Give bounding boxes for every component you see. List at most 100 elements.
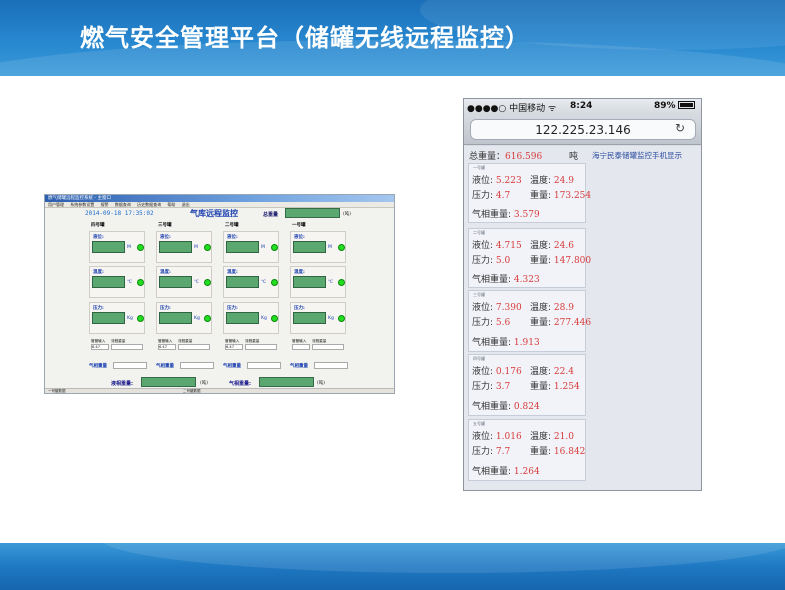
weight-label: 重量: [530,318,552,328]
pressure-unit: Kg [328,316,334,321]
tank-card: 一号罐 液位: 5.223 温度: 24.9 压力: 4.7 重量: 173.2… [468,163,591,223]
input-field[interactable] [111,344,143,350]
input-field[interactable]: 6.47 [158,344,176,350]
menu-item[interactable]: 历史数据查询 [137,202,161,207]
pressure-label: 压力: [472,382,494,392]
liquid-temp-row: 液位: 0.176 温度: 22.4 [472,364,574,377]
temp-value: 22.4 [553,367,574,377]
menu-item[interactable]: 用户管理 [48,202,64,207]
liquid-unit: M [127,245,131,250]
temp-value: 24.6 [553,241,574,251]
pressure-value: 5.6 [495,318,511,328]
gas-value: 0.824 [513,402,540,412]
pressure-label: 压力: [227,306,238,311]
input-field[interactable]: 6.47 [225,344,243,350]
temp-lcd [159,276,192,288]
menu-item[interactable]: 报警 [101,202,109,207]
liquid-panel: 液位: M [89,231,145,263]
status-text: 二号罐数据 [183,389,201,393]
phone-status-bar: ●●●●○ 中国移动 ᯤ 8:24 89% [464,99,701,115]
status-led-icon [137,315,144,322]
input-row: 管管输入 流程重量 6.47 [156,339,214,357]
bottom-gas-label: 气相重量: [229,381,251,387]
desktop-tank-column: 三号罐 液位: M 温度: ℃ 压力: Kg 管管输入 流程重量 6.47 气相… [154,222,216,382]
status-led-icon [204,315,211,322]
input-field[interactable] [292,344,310,350]
bottom-liquid-label: 液相重量: [111,381,133,387]
gas-weight-row: 气相重量: 0.824 [472,399,540,412]
liquid-label: 液位: [472,367,494,377]
pressure-label: 压力: [160,306,171,311]
liquid-temp-row: 液位: 1.016 温度: 21.0 [472,429,574,442]
input-field[interactable]: 6.47 [91,344,109,350]
liquid-panel: 液位: M [156,231,212,263]
liquid-label: 液位: [472,303,494,313]
input-row: 管管输入 流程重量 6.47 [89,339,147,357]
footer-band [0,543,785,590]
menu-item[interactable]: 帮助 [167,202,175,207]
temp-label: 温度: [160,270,171,275]
desktop-tank-column: 二号罐 液位: M 温度: ℃ 压力: Kg 管管输入 流程重量 6.47 气相… [221,222,283,382]
header-band: 燃气安全管理平台（储罐无线远程监控） [0,0,785,76]
status-led-icon [338,244,345,251]
phone-clock: 8:24 [570,101,593,111]
total-value: 616.596 [505,152,543,162]
input-field[interactable] [312,344,344,350]
pressure-panel: 压力: Kg [290,302,346,334]
total-weight-row: 总重量：616.596 吨 海宁民泰储罐监控手机显示 [469,149,699,162]
desktop-total-label: 总重量 [263,212,279,218]
menu-item[interactable]: 系统参数设置 [70,202,94,207]
gas-weight-label: 气相重量 [290,364,308,369]
pressure-unit: Kg [127,316,133,321]
menu-item[interactable]: 数据查询 [115,202,131,207]
gas-label: 气相重量: [472,210,512,220]
gas-weight-field[interactable] [180,362,214,369]
desktop-statusbar: 一号罐数据 二号罐数据 [45,388,394,393]
pressure-lcd [159,312,192,324]
tank-card: 二号罐 液位: 4.715 温度: 24.6 压力: 5.0 重量: 147.8… [468,228,591,288]
url-field[interactable]: 122.225.23.146 [470,119,696,140]
gas-weight-field[interactable] [113,362,147,369]
tank-card-caption: 五号罐 [473,421,485,426]
pressure-label: 压力: [472,256,494,266]
gas-weight-row: 气相重量: 4.323 [472,272,540,285]
status-led-icon [271,315,278,322]
liquid-lcd [159,241,192,253]
status-led-icon [204,279,211,286]
liquid-panel: 液位: M [223,231,279,263]
liquid-label: 液位: [160,235,171,240]
pressure-lcd [293,312,326,324]
weight-label: 重量: [530,447,552,457]
gas-weight-field[interactable] [314,362,348,369]
gas-weight-row: 气相重量: 3.579 [472,207,540,220]
pressure-label: 压力: [93,306,104,311]
pressure-panel: 压力: Kg [223,302,279,334]
weight-label: 重量: [530,191,552,201]
temp-value: 21.0 [553,432,574,442]
battery-icon [677,101,695,109]
desktop-total-lcd [285,208,340,218]
gas-weight-field[interactable] [247,362,281,369]
liquid-value: 4.715 [495,241,522,251]
temp-unit: ℃ [194,280,200,285]
reload-icon[interactable]: ↻ [675,120,685,136]
input-field[interactable] [245,344,277,350]
pressure-weight-row: 压力: 5.0 重量: 147.800 [472,253,591,266]
bottom-liquid-lcd [141,377,196,387]
input-row: 管管输入 流程重量 [290,339,348,357]
input-field[interactable] [178,344,210,350]
tank-name: 四号罐 [91,223,105,228]
tank-card: 三号罐 液位: 7.390 温度: 28.9 压力: 5.6 重量: 277.4… [468,290,591,352]
desktop-app-screenshot: 燃气储罐远程监控系统 - 主窗口 用户管理 系统参数设置 报警 数据查询 历史数… [44,194,395,394]
total-label: 总重量： [469,152,506,162]
gas-weight-row: 气相重量: 1.913 [472,335,540,348]
monitor-link[interactable]: 海宁民泰储罐监控手机显示 [592,150,682,161]
footer-wave-decoration [100,543,785,573]
pressure-unit: Kg [194,316,200,321]
liquid-label: 液位: [93,235,104,240]
desktop-tank-column: 一号罐 液位: M 温度: ℃ 压力: Kg 管管输入 流程重量 气相重量 [288,222,350,382]
desktop-app-title: 气库远程监控 [190,209,238,218]
battery-percent: 89% [654,101,676,111]
status-led-icon [204,244,211,251]
menu-item[interactable]: 退出 [182,202,190,207]
